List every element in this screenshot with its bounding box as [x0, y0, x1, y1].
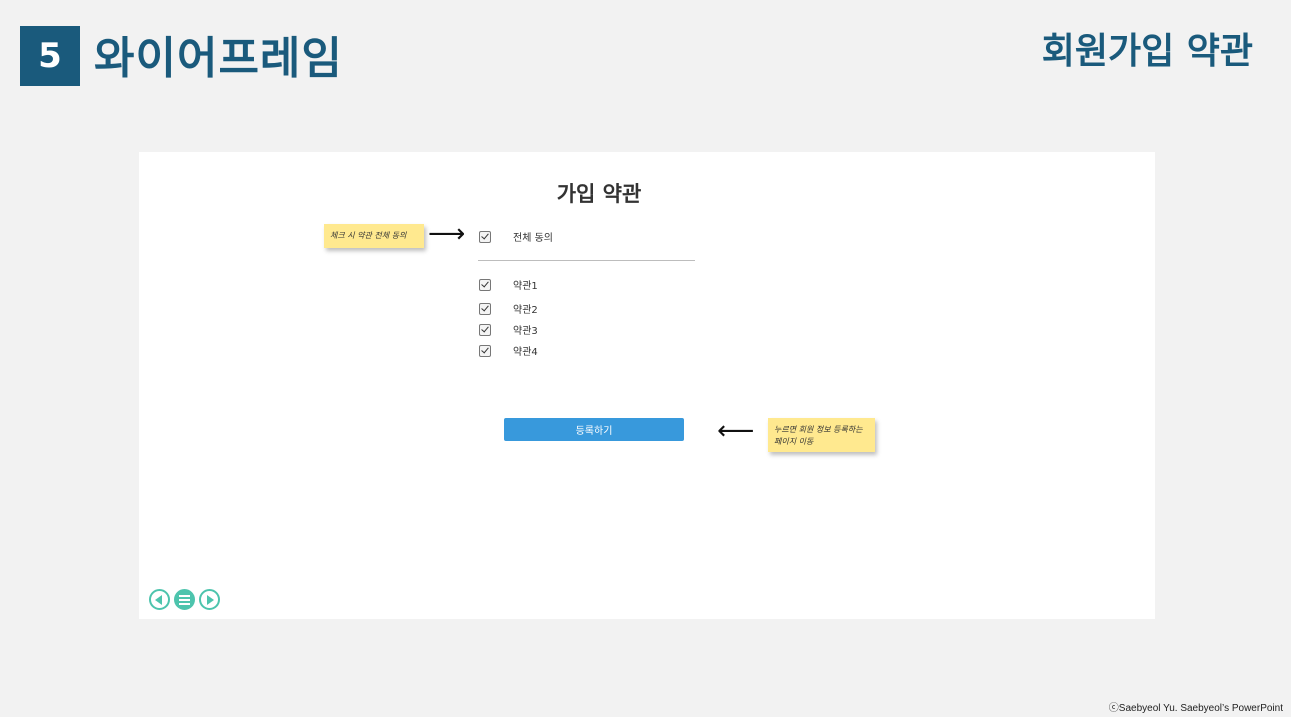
term-1-checkbox[interactable]: [479, 278, 491, 291]
register-button[interactable]: 등록하기: [504, 418, 684, 441]
wireframe-canvas: 가입 약관 체크 시 약관 전체 동의 ⟶ 전체 동의 약관1 약관2 약관3 …: [139, 152, 1155, 619]
term-row-2[interactable]: 약관2: [479, 301, 538, 316]
term-row-4[interactable]: 약관4: [479, 343, 538, 358]
agree-all-sticky-note: 체크 시 약관 전체 동의: [324, 224, 424, 248]
section-title: 와이어프레임: [94, 33, 343, 84]
checkmark-icon: [481, 345, 489, 353]
arrow-right-icon: ⟶: [428, 219, 466, 249]
page-subject: 회원가입 약관: [1041, 31, 1253, 72]
menu-icon[interactable]: [174, 589, 195, 610]
slide-nav-controls: [149, 589, 220, 610]
arrow-left-icon: ⟵: [717, 416, 755, 446]
prev-icon[interactable]: [149, 589, 170, 610]
term-3-checkbox[interactable]: [479, 323, 491, 336]
agree-all-row[interactable]: 전체 동의: [479, 229, 553, 244]
term-4-checkbox[interactable]: [479, 344, 491, 357]
checkmark-icon: [481, 231, 489, 239]
next-icon[interactable]: [199, 589, 220, 610]
term-row-1[interactable]: 약관1: [479, 277, 538, 292]
agree-all-label: 전체 동의: [513, 233, 553, 244]
divider: [478, 260, 695, 261]
term-4-label: 약관4: [513, 347, 538, 358]
term-3-label: 약관3: [513, 326, 538, 337]
term-2-label: 약관2: [513, 305, 538, 316]
term-2-checkbox[interactable]: [479, 302, 491, 315]
term-1-label: 약관1: [513, 281, 538, 292]
checkmark-icon: [481, 324, 489, 332]
agree-all-checkbox[interactable]: [479, 230, 491, 243]
checkmark-icon: [481, 303, 489, 311]
section-number-badge: 5: [20, 26, 80, 86]
copyright-text: ⓒSaebyeol Yu. Saebyeol’s PowerPoint: [1108, 703, 1283, 714]
register-sticky-note: 누르면 회원 정보 등록하는 페이지 이동: [768, 418, 875, 452]
form-title: 가입 약관: [556, 182, 642, 206]
checkmark-icon: [481, 279, 489, 287]
term-row-3[interactable]: 약관3: [479, 322, 538, 337]
